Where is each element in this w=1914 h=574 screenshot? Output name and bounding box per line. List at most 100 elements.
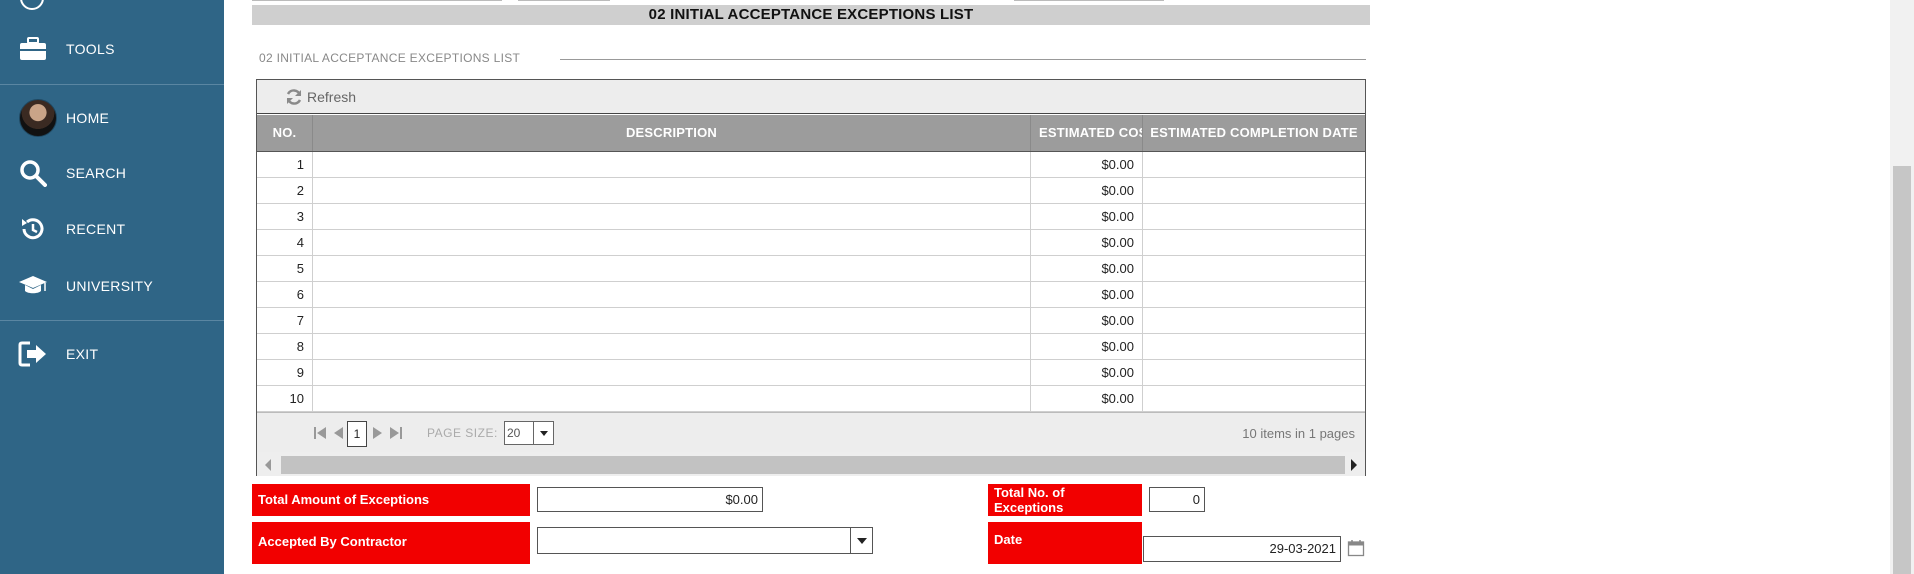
accepted-by-select[interactable] — [537, 527, 873, 554]
column-header-estimated-completion-date[interactable]: ESTIMATED COMPLETION DATE — [1143, 115, 1365, 151]
previous-page-icon[interactable] — [331, 425, 345, 441]
section-header: 02 INITIAL ACCEPTANCE EXCEPTIONS LIST — [252, 5, 1370, 25]
estimated-cost-cell[interactable]: $0.00 — [1031, 152, 1143, 177]
sidebar-item-university[interactable]: UNIVERSITY — [0, 264, 224, 308]
fieldset-legend: 02 INITIAL ACCEPTANCE EXCEPTIONS LIST — [259, 51, 521, 65]
row-number: 10 — [257, 386, 313, 411]
total-amount-field[interactable]: $0.00 — [537, 487, 763, 512]
estimated-completion-date-cell[interactable] — [1143, 334, 1365, 359]
description-cell[interactable] — [313, 178, 1031, 203]
refresh-label: Refresh — [307, 89, 357, 105]
sidebar-item-label: HOME — [66, 110, 110, 126]
grid-header: NO. DESCRIPTION ESTIMATED COST ESTIMATED… — [257, 115, 1365, 152]
row-number: 4 — [257, 230, 313, 255]
estimated-cost-cell[interactable]: $0.00 — [1031, 360, 1143, 385]
sidebar-item-label: RECENT — [66, 221, 126, 237]
page-size-value: 20 — [507, 426, 521, 440]
grid-pager: 1 PAGE SIZE: 20 10 items in 1 pages — [257, 412, 1365, 452]
refresh-button[interactable]: Refresh — [285, 88, 356, 106]
table-row[interactable]: 1 $0.00 — [257, 152, 1365, 178]
divider — [0, 84, 224, 85]
toolbox-icon — [18, 34, 48, 64]
table-row[interactable]: 2 $0.00 — [257, 178, 1365, 204]
estimated-completion-date-cell[interactable] — [1143, 386, 1365, 411]
globe-icon[interactable] — [20, 0, 44, 10]
accepted-by-label: Accepted By Contractor — [252, 522, 530, 564]
table-row[interactable]: 4 $0.00 — [257, 230, 1365, 256]
estimated-cost-cell[interactable]: $0.00 — [1031, 386, 1143, 411]
column-header-estimated-cost[interactable]: ESTIMATED COST — [1031, 115, 1143, 151]
table-row[interactable]: 8 $0.00 — [257, 334, 1365, 360]
scroll-right-icon[interactable] — [1351, 459, 1357, 471]
column-header-no[interactable]: NO. — [257, 115, 313, 151]
estimated-cost-cell[interactable]: $0.00 — [1031, 256, 1143, 281]
divider — [0, 320, 224, 321]
estimated-cost-cell[interactable]: $0.00 — [1031, 282, 1143, 307]
estimated-completion-date-cell[interactable] — [1143, 178, 1365, 203]
table-row[interactable]: 6 $0.00 — [257, 282, 1365, 308]
calendar-icon[interactable] — [1347, 539, 1365, 557]
table-row[interactable]: 3 $0.00 — [257, 204, 1365, 230]
row-number: 1 — [257, 152, 313, 177]
description-cell[interactable] — [313, 282, 1031, 307]
table-row[interactable]: 5 $0.00 — [257, 256, 1365, 282]
estimated-cost-cell[interactable]: $0.00 — [1031, 308, 1143, 333]
column-header-description[interactable]: DESCRIPTION — [313, 115, 1031, 151]
scroll-left-icon[interactable] — [265, 459, 271, 471]
description-cell[interactable] — [313, 152, 1031, 177]
date-field[interactable]: 29-03-2021 — [1143, 536, 1341, 562]
estimated-completion-date-cell[interactable] — [1143, 308, 1365, 333]
description-cell[interactable] — [313, 230, 1031, 255]
total-amount-label: Total Amount of Exceptions — [252, 484, 530, 516]
estimated-completion-date-cell[interactable] — [1143, 230, 1365, 255]
row-number: 6 — [257, 282, 313, 307]
description-cell[interactable] — [313, 360, 1031, 385]
description-cell[interactable] — [313, 204, 1031, 229]
current-page[interactable]: 1 — [347, 421, 367, 447]
sidebar-item-home[interactable]: HOME — [0, 96, 224, 140]
row-number: 5 — [257, 256, 313, 281]
sidebar-item-exit[interactable]: EXIT — [0, 332, 224, 376]
table-row[interactable]: 10 $0.00 — [257, 386, 1365, 412]
sidebar-item-tools[interactable]: TOOLS — [0, 27, 224, 71]
estimated-cost-cell[interactable]: $0.00 — [1031, 230, 1143, 255]
table-row[interactable]: 7 $0.00 — [257, 308, 1365, 334]
sidebar-item-label: EXIT — [66, 346, 99, 362]
sidebar-item-label: SEARCH — [66, 165, 127, 181]
pager-info: 10 items in 1 pages — [1242, 426, 1355, 441]
page-size-select[interactable]: 20 — [504, 421, 554, 445]
estimated-cost-cell[interactable]: $0.00 — [1031, 178, 1143, 203]
row-number: 8 — [257, 334, 313, 359]
total-no-field[interactable]: 0 — [1149, 487, 1205, 512]
description-cell[interactable] — [313, 334, 1031, 359]
estimated-cost-cell[interactable]: $0.00 — [1031, 204, 1143, 229]
description-cell[interactable] — [313, 308, 1031, 333]
vertical-scrollbar[interactable] — [1890, 0, 1914, 574]
divider — [560, 59, 1366, 60]
previous-section-edge — [252, 0, 1370, 3]
description-cell[interactable] — [313, 386, 1031, 411]
horizontal-scrollbar[interactable] — [257, 452, 1365, 476]
estimated-completion-date-cell[interactable] — [1143, 204, 1365, 229]
last-page-icon[interactable] — [389, 425, 403, 441]
estimated-completion-date-cell[interactable] — [1143, 282, 1365, 307]
next-page-icon[interactable] — [371, 425, 385, 441]
graduation-cap-icon — [18, 271, 48, 301]
sidebar-item-recent[interactable]: RECENT — [0, 207, 224, 251]
avatar — [18, 98, 58, 138]
scrollbar-thumb[interactable] — [1893, 166, 1911, 574]
sidebar-item-label: UNIVERSITY — [66, 278, 154, 294]
row-number: 3 — [257, 204, 313, 229]
estimated-completion-date-cell[interactable] — [1143, 360, 1365, 385]
grid-body: 1 $0.00 2 $0.00 3 $0.00 4 $0.00 5 $0.00 6 $0.00 7 $0.… — [257, 152, 1365, 412]
first-page-icon[interactable] — [313, 425, 327, 441]
scrollbar-thumb[interactable] — [281, 456, 1345, 474]
description-cell[interactable] — [313, 256, 1031, 281]
row-number: 7 — [257, 308, 313, 333]
sidebar-item-search[interactable]: SEARCH — [0, 151, 224, 195]
estimated-completion-date-cell[interactable] — [1143, 152, 1365, 177]
table-row[interactable]: 9 $0.00 — [257, 360, 1365, 386]
page-size-label: PAGE SIZE: — [427, 426, 498, 440]
estimated-completion-date-cell[interactable] — [1143, 256, 1365, 281]
estimated-cost-cell[interactable]: $0.00 — [1031, 334, 1143, 359]
